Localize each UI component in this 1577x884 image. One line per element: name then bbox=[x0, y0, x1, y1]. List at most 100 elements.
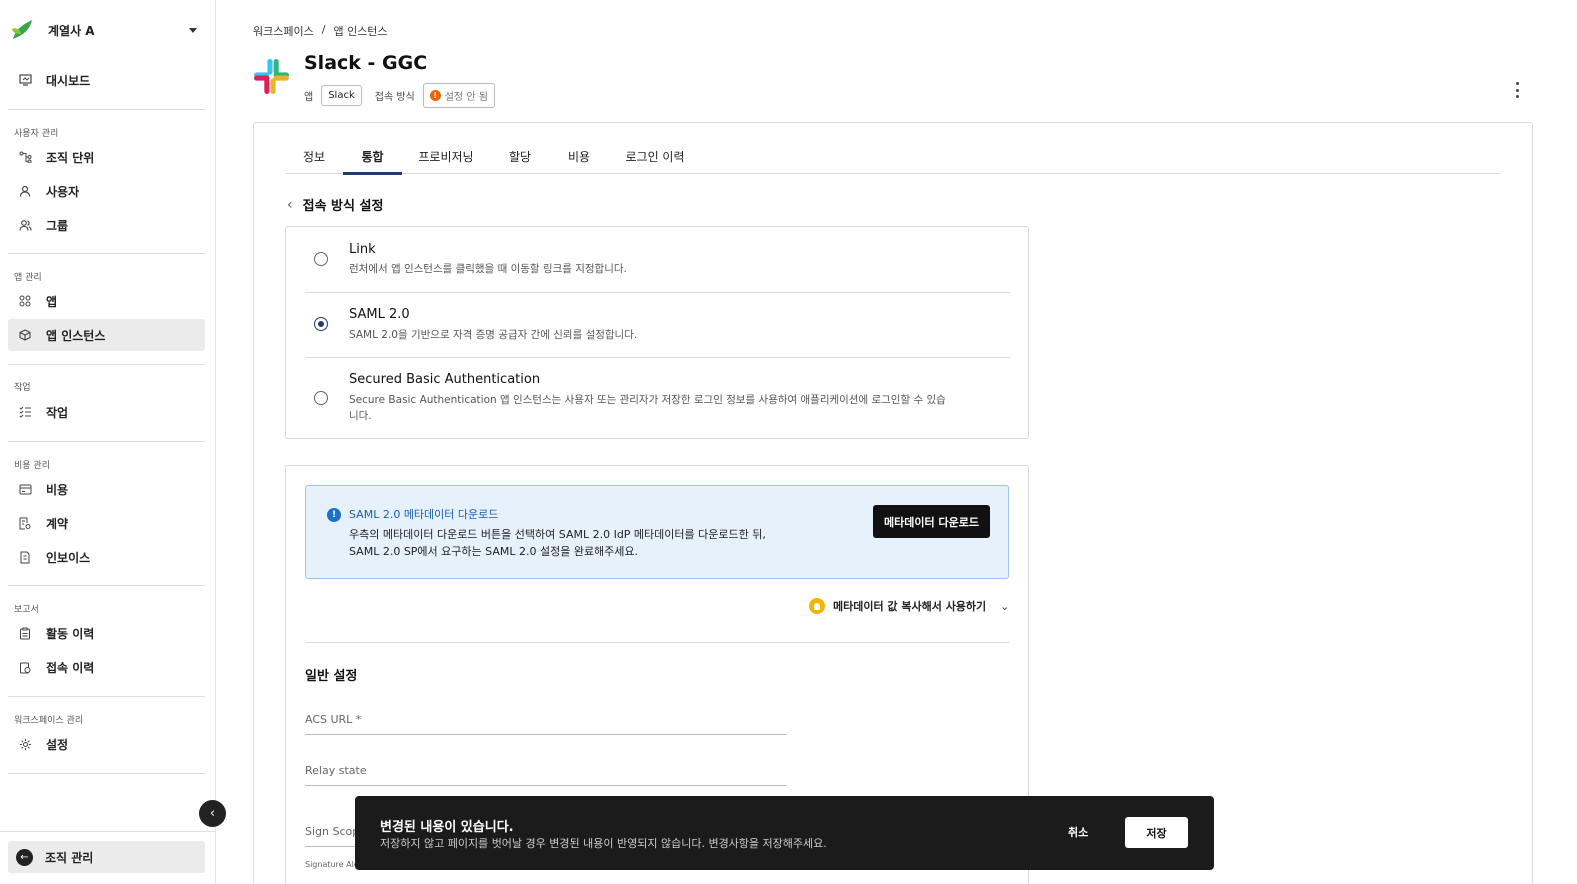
radio-link[interactable] bbox=[314, 252, 328, 266]
sidebar-item-activity-log[interactable]: 활동 이력 bbox=[8, 617, 205, 649]
access-status-badge: ! 설정 안 됨 bbox=[422, 83, 495, 108]
user-icon bbox=[18, 184, 32, 198]
access-method-options: Link 런처에서 앱 인스턴스를 클릭했을 때 이동할 링크를 지정합니다. … bbox=[285, 226, 1029, 439]
arrow-left-icon: ← bbox=[16, 848, 33, 866]
sidebar-item-access-log[interactable]: 접속 이력 bbox=[8, 651, 205, 683]
tab-cost[interactable]: 비용 bbox=[550, 138, 608, 174]
chevron-left-icon[interactable]: ‹ bbox=[287, 197, 293, 213]
apps-grid-icon bbox=[18, 294, 32, 308]
info-line: 우측의 메타데이터 다운로드 버튼을 선택하여 SAML 2.0 IdP 메타데… bbox=[349, 528, 766, 541]
breadcrumb-separator: / bbox=[321, 23, 326, 36]
info-title: SAML 2.0 메타데이터 다운로드 bbox=[349, 508, 499, 521]
sidebar-item-org-unit[interactable]: 조직 단위 bbox=[8, 141, 205, 173]
section-label-reports: 보고서 bbox=[14, 605, 39, 615]
save-button[interactable]: 저장 bbox=[1125, 817, 1188, 848]
workspace-switcher[interactable]: 계열사 A bbox=[10, 16, 205, 44]
divider bbox=[8, 253, 205, 254]
workspace-logo-icon bbox=[12, 20, 32, 39]
sidebar-item-label: 인보이스 bbox=[46, 550, 91, 565]
breadcrumb-workspace[interactable]: 워크스페이스 bbox=[253, 23, 314, 39]
radio-saml[interactable] bbox=[314, 317, 328, 331]
page-title: Slack - GGC bbox=[304, 52, 428, 74]
toast-description: 저장하지 않고 페이지를 벗어날 경우 변경된 내용이 반영되지 않습니다. 변… bbox=[380, 837, 827, 850]
sidebar-item-app-instances[interactable]: 앱 인스턴스 bbox=[8, 319, 205, 351]
lightbulb-icon bbox=[809, 598, 825, 614]
tab-integration[interactable]: 통합 bbox=[343, 138, 402, 175]
option-desc: Secure Basic Authentication 앱 인스턴스는 사용자 … bbox=[349, 394, 946, 422]
tab-login-history[interactable]: 로그인 이력 bbox=[608, 138, 702, 174]
collapse-sidebar-button[interactable]: ‹ bbox=[199, 800, 226, 827]
tab-provisioning[interactable]: 프로비저닝 bbox=[402, 138, 490, 174]
copy-metadata-toggle[interactable]: 메타데이터 값 복사해서 사용하기 ⌄ bbox=[809, 598, 1009, 614]
unsaved-changes-toast: 변경된 내용이 있습니다. 저장하지 않고 페이지를 벗어날 경우 변경된 내용… bbox=[355, 796, 1214, 870]
option-saml[interactable]: SAML 2.0 SAML 2.0을 기반으로 자격 증명 공급자 간에 신뢰를… bbox=[286, 293, 1029, 357]
more-options-icon[interactable] bbox=[1512, 82, 1522, 98]
tab-assignment[interactable]: 할당 bbox=[490, 138, 550, 174]
sidebar-item-apps[interactable]: 앱 bbox=[8, 285, 205, 317]
cube-icon bbox=[18, 328, 32, 342]
org-management-label: 조직 관리 bbox=[45, 850, 94, 865]
section-label-app-mgmt: 앱 관리 bbox=[14, 273, 42, 283]
warning-icon: ! bbox=[429, 90, 441, 101]
section-title: 접속 방식 설정 bbox=[302, 199, 384, 214]
sidebar-item-dashboard[interactable]: 대시보드 bbox=[8, 64, 205, 96]
clipboard-icon bbox=[18, 626, 32, 640]
sidebar-item-label: 접속 이력 bbox=[46, 660, 95, 675]
option-title: Secured Basic Authentication bbox=[349, 372, 541, 387]
tab-info[interactable]: 정보 bbox=[285, 138, 343, 174]
access-settings-header: ‹ 접속 방식 설정 bbox=[287, 195, 384, 215]
sidebar-item-contracts[interactable]: 계약 bbox=[8, 507, 205, 539]
sidebar-item-label: 작업 bbox=[46, 405, 69, 420]
divider bbox=[0, 831, 216, 832]
tab-bar: 정보 통합 프로비저닝 할당 비용 로그인 이력 bbox=[285, 138, 1500, 175]
sidebar-item-label: 앱 인스턴스 bbox=[46, 328, 106, 343]
sidebar-item-label: 조직 단위 bbox=[46, 150, 95, 165]
sidebar-item-label: 그룹 bbox=[46, 218, 69, 233]
contract-icon bbox=[18, 516, 32, 530]
org-management-button[interactable]: ← 조직 관리 bbox=[8, 841, 205, 873]
card-icon bbox=[18, 482, 32, 496]
toast-title: 변경된 내용이 있습니다. bbox=[380, 820, 514, 835]
breadcrumb-app-instances[interactable]: 앱 인스턴스 bbox=[333, 23, 387, 39]
gear-icon bbox=[18, 737, 32, 751]
sidebar-item-settings[interactable]: 설정 bbox=[8, 728, 205, 760]
section-label-user-mgmt: 사용자 관리 bbox=[14, 129, 59, 139]
sidebar-item-groups[interactable]: 그룹 bbox=[8, 209, 205, 241]
sidebar-item-cost[interactable]: 비용 bbox=[8, 473, 205, 505]
sidebar-item-tasks[interactable]: 작업 bbox=[8, 396, 205, 428]
workspace-name: 계열사 A bbox=[48, 23, 95, 38]
divider bbox=[8, 441, 205, 442]
acs-url-field[interactable]: ACS URL * bbox=[305, 707, 787, 735]
option-desc: SAML 2.0을 기반으로 자격 증명 공급자 간에 신뢰를 설정합니다. bbox=[349, 329, 638, 341]
sidebar-item-invoices[interactable]: 인보이스 bbox=[8, 541, 205, 573]
chevron-left-icon: ‹ bbox=[209, 806, 216, 821]
sidebar-item-label: 활동 이력 bbox=[46, 626, 95, 641]
sidebar-item-label: 사용자 bbox=[46, 184, 80, 199]
sidebar-item-label: 앱 bbox=[46, 294, 58, 309]
option-desc: 런처에서 앱 인스턴스를 클릭했을 때 이동할 링크를 지정합니다. bbox=[349, 263, 627, 275]
group-icon bbox=[18, 218, 32, 232]
section-label-workspace-mgmt: 워크스페이스 관리 bbox=[14, 716, 84, 726]
relay-state-field[interactable]: Relay state bbox=[305, 758, 787, 786]
invoice-icon bbox=[18, 550, 32, 564]
caret-down-icon[interactable] bbox=[189, 27, 197, 33]
cancel-button[interactable]: 취소 bbox=[1068, 824, 1088, 840]
slack-logo-icon bbox=[254, 59, 289, 94]
info-line: SAML 2.0 SP에서 요구하는 SAML 2.0 설정을 완료해주세요. bbox=[349, 545, 639, 558]
divider bbox=[8, 585, 205, 586]
option-link[interactable]: Link 런처에서 앱 인스턴스를 클릭했을 때 이동할 링크를 지정합니다. bbox=[286, 227, 1029, 292]
access-method-label: 접속 방식 bbox=[374, 92, 415, 103]
option-title: Link bbox=[349, 242, 376, 257]
sidebar-item-label: 설정 bbox=[46, 737, 69, 752]
copy-metadata-label: 메타데이터 값 복사해서 사용하기 bbox=[833, 600, 987, 613]
app-meta: 앱 Slack 접속 방식 ! 설정 안 됨 bbox=[304, 83, 495, 108]
general-settings-title: 일반 설정 bbox=[305, 669, 358, 684]
radio-sba[interactable] bbox=[314, 391, 328, 405]
sidebar-item-users[interactable]: 사용자 bbox=[8, 175, 205, 207]
section-label-cost-mgmt: 비용 관리 bbox=[14, 461, 50, 471]
checklist-icon bbox=[18, 405, 32, 419]
option-sba[interactable]: Secured Basic Authentication Secure Basi… bbox=[286, 358, 1029, 438]
option-title: SAML 2.0 bbox=[349, 307, 410, 322]
download-metadata-button[interactable]: 메타데이터 다운로드 bbox=[873, 505, 990, 538]
sidebar: 계열사 A 대시보드 사용자 관리 조직 단위 사용자 그룹 앱 관리 앱 앱 … bbox=[0, 0, 216, 884]
